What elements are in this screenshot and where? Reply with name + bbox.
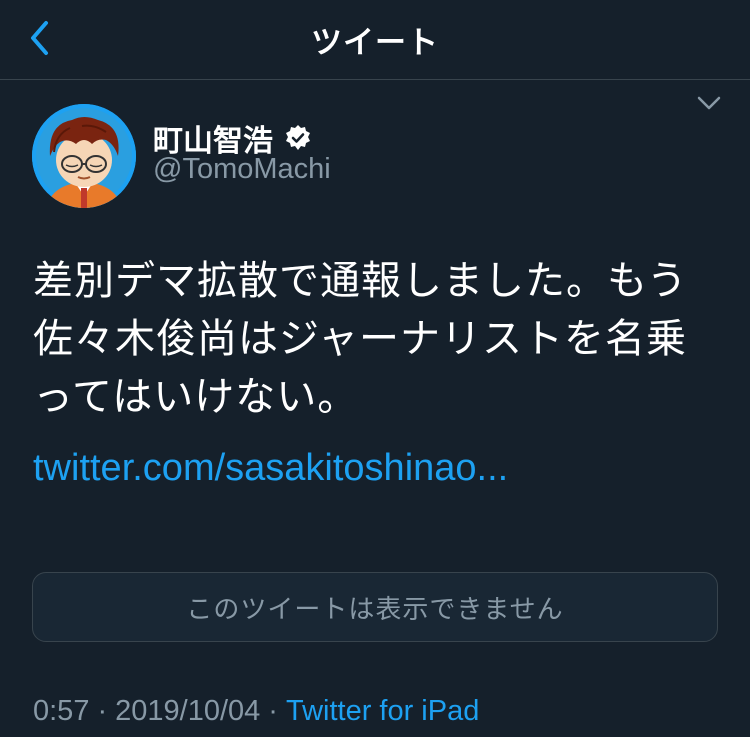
tweet-text: 差別デマ拡散で通報しました。もう佐々木俊尚はジャーナリストを名乗ってはいけない。 <box>33 258 688 420</box>
navigation-bar: ツイート <box>0 0 750 80</box>
page-title: ツイート <box>311 25 439 61</box>
avatar[interactable] <box>32 104 136 208</box>
tweet-options-button[interactable] <box>694 92 724 114</box>
quoted-tweet-card[interactable]: このツイートは表示できません <box>32 572 718 642</box>
tweet-metadata: 0:57 · 2019/10/04 · Twitter for iPad <box>33 695 479 728</box>
tweet-detail-screen: ツイート 町山智浩 @TomoMachi 差別デマ拡散で通報しました。もう佐々木… <box>0 0 750 737</box>
verified-badge-icon <box>283 123 313 153</box>
separator: · <box>97 695 108 727</box>
quoted-tweet-unavailable-text: このツイートは表示できません <box>186 594 564 625</box>
user-handle[interactable]: @TomoMachi <box>153 153 331 186</box>
separator: · <box>268 695 278 727</box>
tweet-source-link[interactable]: Twitter for iPad <box>286 695 479 727</box>
tweet-date: 2019/10/04 <box>115 695 261 727</box>
tweet-time: 0:57 <box>33 695 90 727</box>
chevron-down-icon <box>697 96 721 110</box>
tweet-link[interactable]: twitter.com/sasakitoshinao... <box>33 447 508 490</box>
avatar-illustration <box>32 104 136 208</box>
